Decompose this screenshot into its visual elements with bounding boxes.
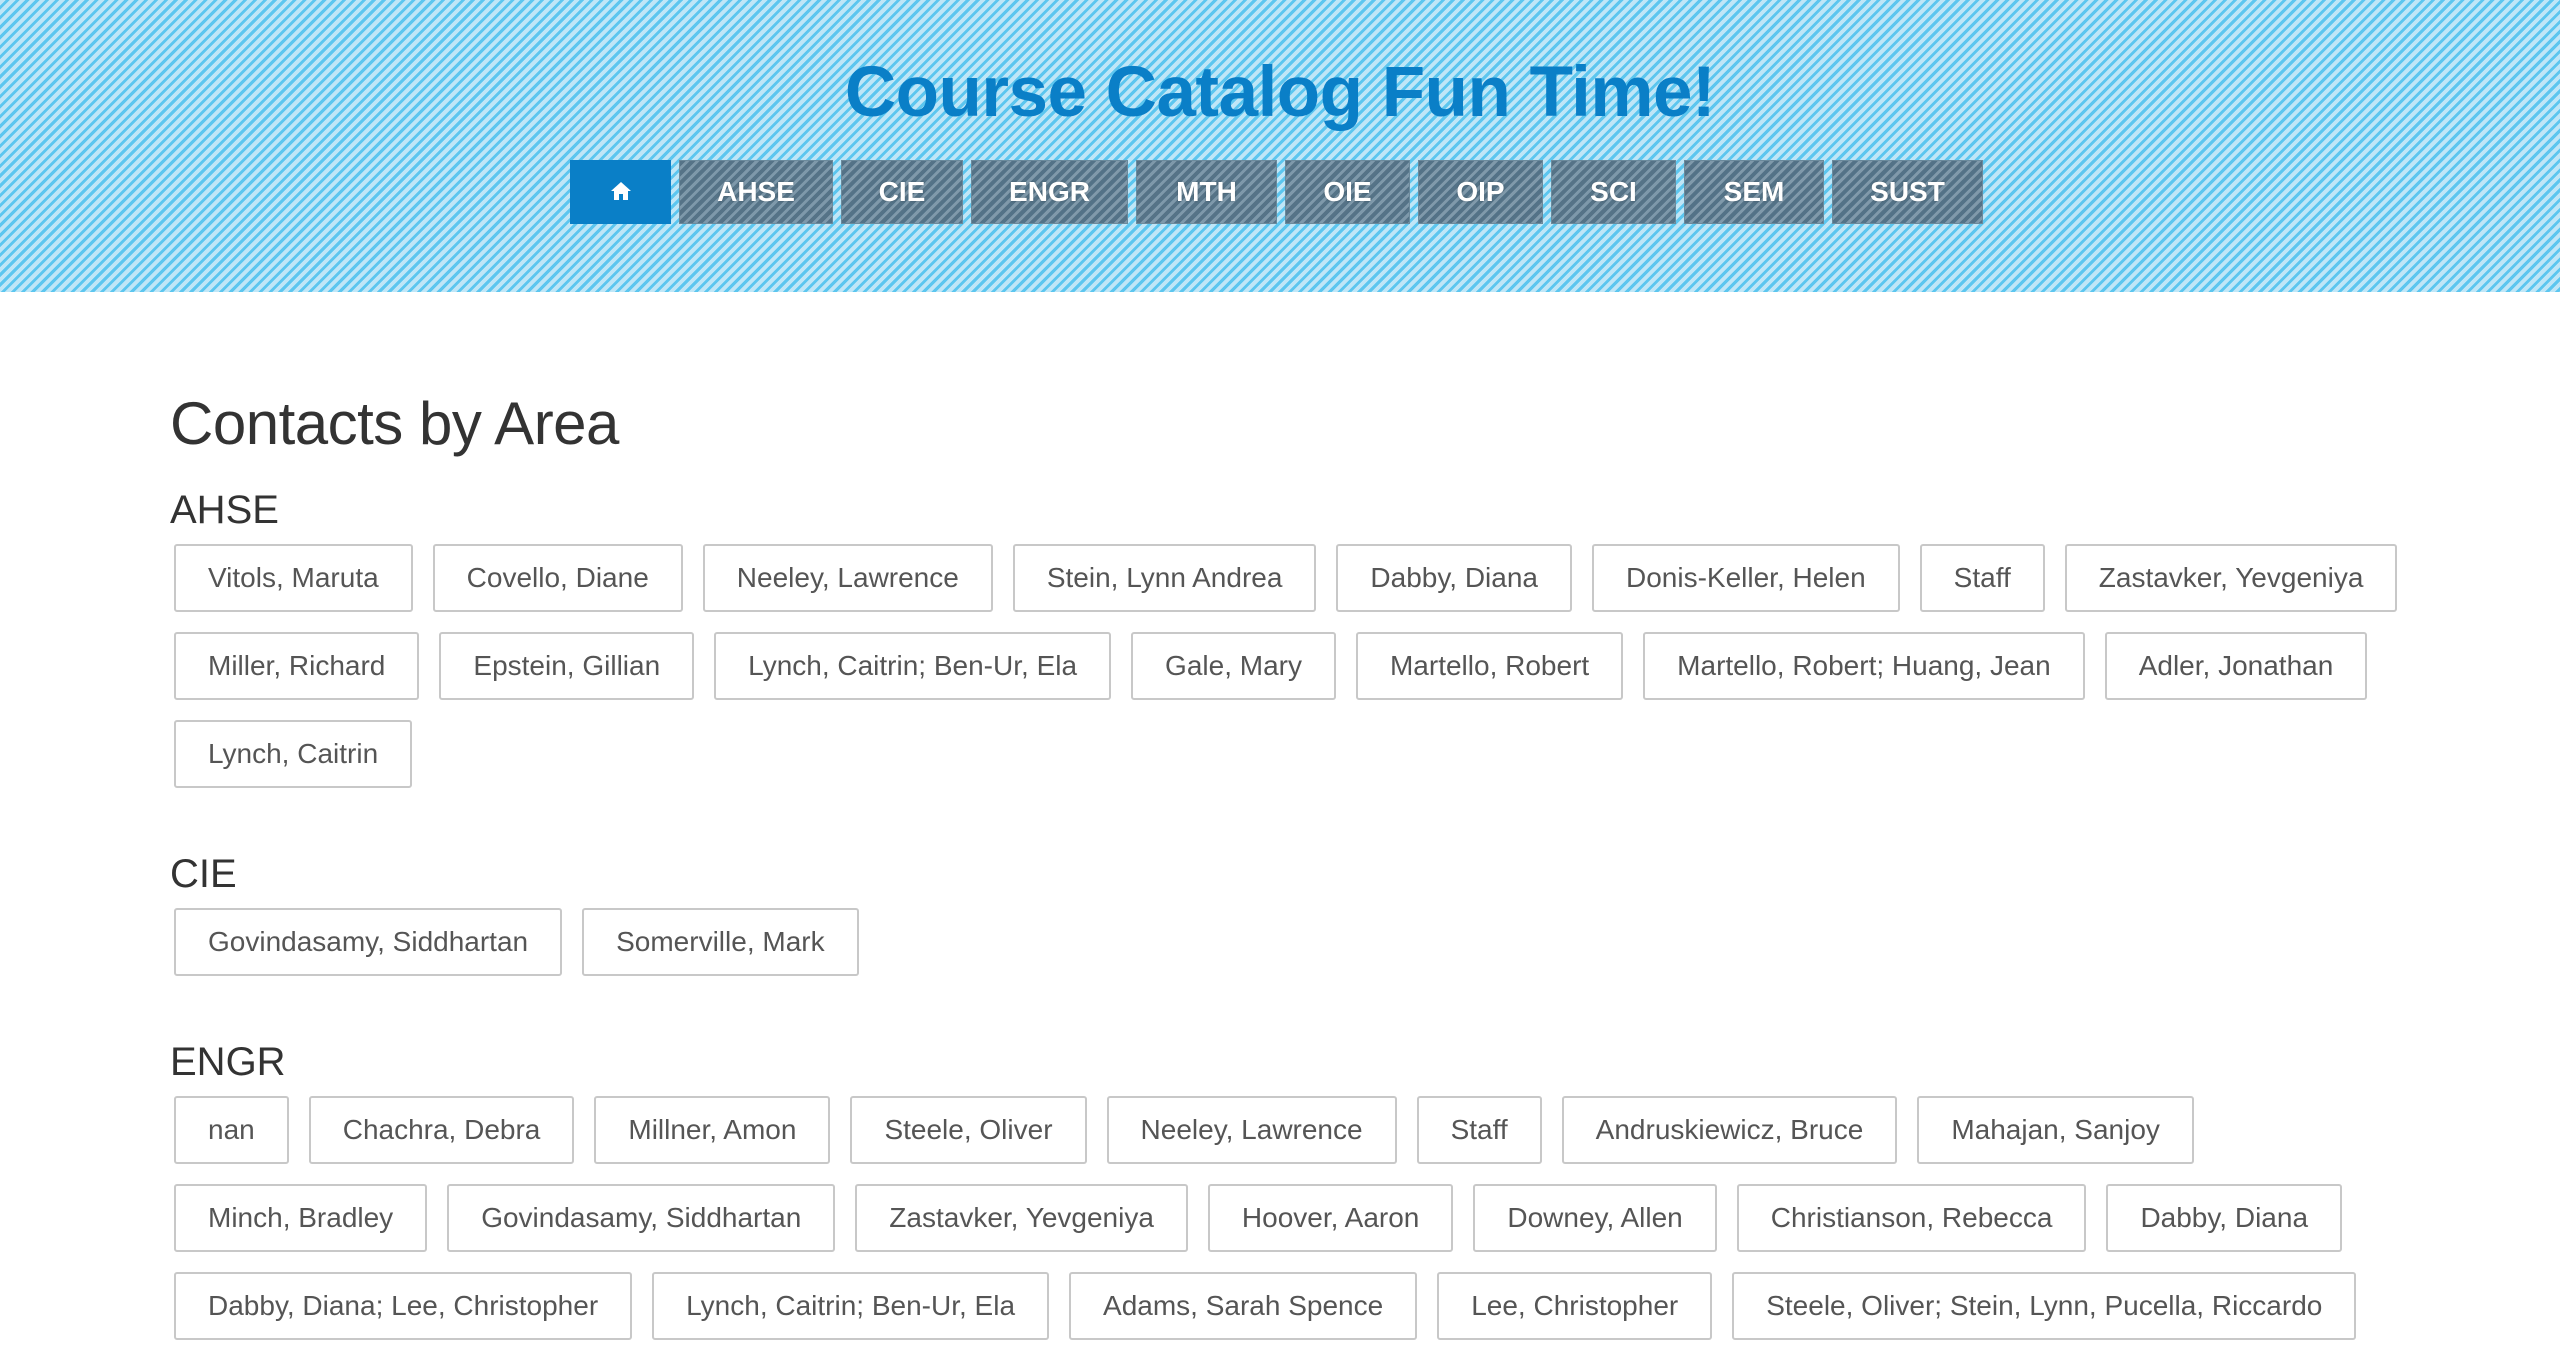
contact-button[interactable]: Govindasamy, Siddhartan (174, 908, 563, 976)
contact-button[interactable]: Steele, Oliver (850, 1096, 1087, 1164)
contact-button[interactable]: Millner, Amon (594, 1096, 831, 1164)
contact-button[interactable]: Adler, Jonathan (2104, 632, 2368, 700)
contact-button[interactable]: nan (174, 1096, 289, 1164)
contact-button[interactable]: Mahajan, Sanjoy (1917, 1096, 2194, 1164)
area-section-engr: ENGR nan Chachra, Debra Millner, Amon St… (170, 1038, 2430, 1360)
nav-button-oie[interactable]: OIE (1285, 160, 1410, 224)
area-section-ahse: AHSE Vitols, Maruta Covello, Diane Neele… (170, 486, 2430, 808)
nav-home-button[interactable] (570, 160, 671, 224)
contact-button[interactable]: Hoover, Aaron (1207, 1184, 1454, 1252)
section-title: AHSE (170, 488, 279, 532)
contact-button[interactable]: Vitols, Maruta (174, 544, 413, 612)
nav-button-mth[interactable]: MTH (1136, 160, 1277, 224)
contact-button[interactable]: Christianson, Rebecca (1736, 1184, 2087, 1252)
contact-button[interactable]: Somerville, Mark (582, 908, 859, 976)
contact-button-group: Govindasamy, Siddhartan Somerville, Mark (174, 908, 2424, 996)
contact-button[interactable]: Donis-Keller, Helen (1592, 544, 1900, 612)
home-icon (610, 176, 632, 208)
contact-button[interactable]: Andruskiewicz, Bruce (1561, 1096, 1898, 1164)
site-title[interactable]: Course Catalog Fun Time! (0, 52, 2560, 133)
nav-button-cie[interactable]: CIE (841, 160, 963, 224)
section-title: ENGR (170, 1040, 286, 1084)
area-section-cie: CIE Govindasamy, Siddhartan Somerville, … (170, 850, 2430, 996)
contact-button[interactable]: Miller, Richard (174, 632, 420, 700)
contact-button[interactable]: Martello, Robert; Huang, Jean (1643, 632, 2085, 700)
contact-button[interactable]: Lynch, Caitrin; Ben-Ur, Ela (714, 632, 1112, 700)
contact-button[interactable]: Epstein, Gillian (439, 632, 695, 700)
contact-button[interactable]: Zastavker, Yevgeniya (855, 1184, 1188, 1252)
contact-button[interactable]: Staff (1919, 544, 2045, 612)
contact-button[interactable]: Staff (1416, 1096, 1542, 1164)
contact-button[interactable]: Govindasamy, Siddhartan (447, 1184, 836, 1252)
contact-button[interactable]: Adams, Sarah Spence (1069, 1272, 1418, 1340)
section-title: CIE (170, 852, 237, 896)
contact-button-group: nan Chachra, Debra Millner, Amon Steele,… (174, 1096, 2424, 1360)
contact-button[interactable]: Zastavker, Yevgeniya (2064, 544, 2398, 612)
main-content: Contacts by Area AHSE Vitols, Maruta Cov… (170, 384, 2430, 1360)
contact-button[interactable]: Downey, Allen (1473, 1184, 1717, 1252)
page-title: Contacts by Area (170, 390, 619, 457)
contact-button[interactable]: Steele, Oliver; Stein, Lynn, Pucella, Ri… (1732, 1272, 2357, 1340)
contact-button[interactable]: Lee, Christopher (1437, 1272, 1713, 1340)
nav-button-sci[interactable]: SCI (1551, 160, 1676, 224)
nav-button-engr[interactable]: ENGR (971, 160, 1128, 224)
contact-button-group: Vitols, Maruta Covello, Diane Neeley, La… (174, 544, 2424, 808)
contact-button[interactable]: Lynch, Caitrin (174, 720, 413, 788)
contact-button[interactable]: Martello, Robert (1355, 632, 1624, 700)
contact-button[interactable]: Dabby, Diana (2106, 1184, 2343, 1252)
contact-button[interactable]: Stein, Lynn Andrea (1012, 544, 1317, 612)
contact-button[interactable]: Lynch, Caitrin; Ben-Ur, Ela (652, 1272, 1050, 1340)
contact-button[interactable]: Neeley, Lawrence (1106, 1096, 1397, 1164)
header-banner: Course Catalog Fun Time! AHSE CIE ENGR M… (0, 0, 2560, 292)
contact-button[interactable]: Chachra, Debra (308, 1096, 575, 1164)
area-nav: AHSE CIE ENGR MTH OIE OIP SCI SEM SUST (570, 160, 1983, 224)
contact-button[interactable]: Dabby, Diana (1336, 544, 1572, 612)
nav-button-oip[interactable]: OIP (1418, 160, 1543, 224)
nav-button-sem[interactable]: SEM (1684, 160, 1824, 224)
contact-button[interactable]: Gale, Mary (1131, 632, 1336, 700)
contact-button[interactable]: Covello, Diane (432, 544, 683, 612)
contact-button[interactable]: Minch, Bradley (174, 1184, 428, 1252)
contact-button[interactable]: Neeley, Lawrence (702, 544, 993, 612)
nav-button-sust[interactable]: SUST (1832, 160, 1983, 224)
contact-button[interactable]: Dabby, Diana; Lee, Christopher (174, 1272, 633, 1340)
nav-button-ahse[interactable]: AHSE (679, 160, 833, 224)
